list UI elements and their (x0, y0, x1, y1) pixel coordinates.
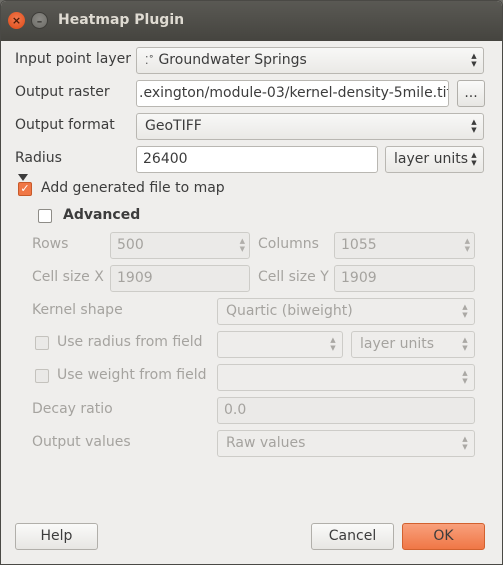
combo-arrows-icon: ▲ ▼ (462, 336, 468, 352)
output-values-combo[interactable]: Raw values ▲ ▼ (217, 430, 475, 457)
kernel-shape-value: Quartic (biweight) (226, 303, 353, 319)
rows-value: 500 (117, 237, 144, 253)
input-layer-value: Groundwater Springs (158, 52, 307, 68)
output-format-label: Output format (15, 117, 115, 133)
columns-label: Columns (258, 236, 319, 252)
radius-units-value: layer units (394, 151, 468, 167)
kernel-shape-label: Kernel shape (32, 302, 123, 318)
radius-field-units-value: layer units (360, 336, 434, 352)
combo-arrows-icon: ▲ ▼ (471, 151, 477, 167)
minimize-icon[interactable]: – (31, 12, 48, 29)
advanced-checkbox[interactable] (38, 209, 52, 223)
point-layer-icon: ⁚˚ (145, 54, 154, 67)
cell-size-y-field[interactable]: 1909 (334, 265, 475, 292)
ok-button[interactable]: OK (402, 523, 485, 550)
columns-spinbox[interactable]: 1055 ▲ ▼ (334, 232, 475, 259)
output-raster-field[interactable]: .exington/module-03/kernel-density-5mile… (136, 80, 449, 107)
combo-arrows-icon: ▲ ▼ (462, 369, 468, 385)
add-to-map-label: Add generated file to map (41, 180, 225, 196)
spin-arrows-icon: ▲ ▼ (464, 237, 470, 253)
use-weight-field-label: Use weight from field (57, 367, 207, 383)
expand-triangle-icon[interactable] (18, 174, 28, 181)
combo-arrows-icon: ▲ ▼ (330, 336, 336, 352)
dialog-body: Input point layer ⁚˚ Groundwater Springs… (1, 41, 502, 564)
combo-arrows-icon: ▲ ▼ (471, 52, 477, 68)
close-icon[interactable]: × (8, 12, 25, 29)
cell-size-x-field[interactable]: 1909 (110, 265, 250, 292)
browse-button[interactable]: ... (457, 80, 485, 107)
rows-label: Rows (32, 236, 69, 252)
rows-spinbox[interactable]: 500 ▲ ▼ (110, 232, 250, 259)
add-to-map-checkbox[interactable]: ✓ (18, 182, 32, 196)
combo-arrows-icon: ▲ ▼ (462, 303, 468, 319)
advanced-label: Advanced (63, 207, 141, 223)
kernel-shape-combo[interactable]: Quartic (biweight) ▲ ▼ (217, 298, 475, 325)
output-format-combo[interactable]: GeoTIFF ▲ ▼ (136, 113, 484, 140)
heatmap-dialog: × – Heatmap Plugin Input point layer ⁚˚ … (0, 0, 503, 565)
decay-ratio-label: Decay ratio (32, 401, 113, 417)
use-radius-field-checkbox[interactable] (35, 336, 49, 350)
cancel-button[interactable]: Cancel (311, 523, 394, 550)
combo-arrows-icon: ▲ ▼ (471, 118, 477, 134)
use-radius-field-label: Use radius from field (57, 334, 203, 350)
combo-arrows-icon: ▲ ▼ (462, 435, 468, 451)
decay-ratio-field[interactable]: 0.0 (217, 397, 475, 424)
title-bar[interactable]: × – Heatmap Plugin (1, 1, 502, 41)
use-weight-field-checkbox[interactable] (35, 369, 49, 383)
help-button[interactable]: Help (15, 523, 98, 550)
radius-field-combo[interactable]: ▲ ▼ (217, 331, 343, 358)
input-layer-combo[interactable]: ⁚˚ Groundwater Springs ▲ ▼ (136, 47, 484, 74)
cell-size-x-label: Cell size X (32, 269, 104, 285)
window-title: Heatmap Plugin (58, 12, 185, 28)
cell-size-y-label: Cell size Y (258, 269, 329, 285)
output-values-value: Raw values (226, 435, 306, 451)
weight-field-combo[interactable]: ▲ ▼ (217, 364, 475, 391)
output-format-value: GeoTIFF (145, 118, 202, 134)
output-values-label: Output values (32, 434, 131, 450)
radius-field-units-combo[interactable]: layer units ▲ ▼ (351, 331, 475, 358)
radius-input[interactable]: 26400 (136, 146, 378, 173)
output-raster-label: Output raster (15, 84, 110, 100)
radius-units-combo[interactable]: layer units ▲ ▼ (385, 146, 484, 173)
spin-arrows-icon: ▲ ▼ (239, 237, 245, 253)
columns-value: 1055 (341, 237, 377, 253)
radius-label: Radius (15, 150, 62, 166)
input-layer-label: Input point layer (15, 51, 131, 67)
